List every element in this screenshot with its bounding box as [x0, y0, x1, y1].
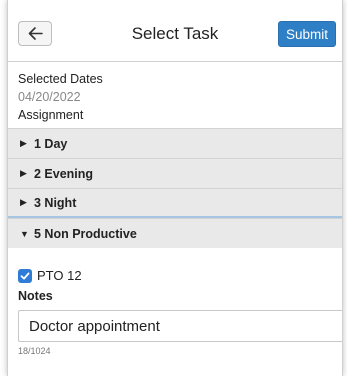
- group-label: 2 Evening: [34, 166, 94, 181]
- group-content: PTO 12 Notes Doctor appointment 18/1024: [8, 248, 342, 356]
- group-label: 5 Non Productive: [34, 226, 137, 241]
- task-option-label: PTO 12: [37, 268, 82, 283]
- notes-field[interactable]: Doctor appointment: [18, 310, 342, 342]
- app-frame: Select Task Submit Selected Dates 04/20/…: [7, 0, 343, 376]
- checkbox-checked-icon[interactable]: [18, 268, 32, 283]
- header: Select Task Submit: [8, 0, 342, 62]
- group-evening[interactable]: ▶ 2 Evening: [8, 158, 342, 188]
- assignment-label: Assignment: [18, 108, 84, 122]
- selection-info: Selected Dates 04/20/2022 Assignment: [8, 62, 342, 124]
- notes-label: Notes: [18, 289, 53, 303]
- group-night[interactable]: ▶ 3 Night: [8, 188, 342, 218]
- task-option-pto[interactable]: PTO 12: [18, 268, 332, 283]
- group-non-productive[interactable]: ▼ 5 Non Productive: [8, 218, 342, 248]
- caret-right-icon: ▶: [20, 197, 27, 207]
- caret-right-icon: ▶: [20, 168, 27, 178]
- group-day[interactable]: ▶ 1 Day: [8, 128, 342, 158]
- notes-char-counter: 18/1024: [18, 346, 51, 356]
- selected-date: 04/20/2022: [18, 90, 81, 104]
- group-label: 3 Night: [34, 195, 77, 210]
- caret-down-icon: ▼: [20, 228, 29, 239]
- selected-dates-label: Selected Dates: [18, 72, 103, 86]
- group-label: 1 Day: [34, 136, 68, 151]
- submit-button[interactable]: Submit: [278, 21, 336, 47]
- caret-right-icon: ▶: [20, 138, 27, 148]
